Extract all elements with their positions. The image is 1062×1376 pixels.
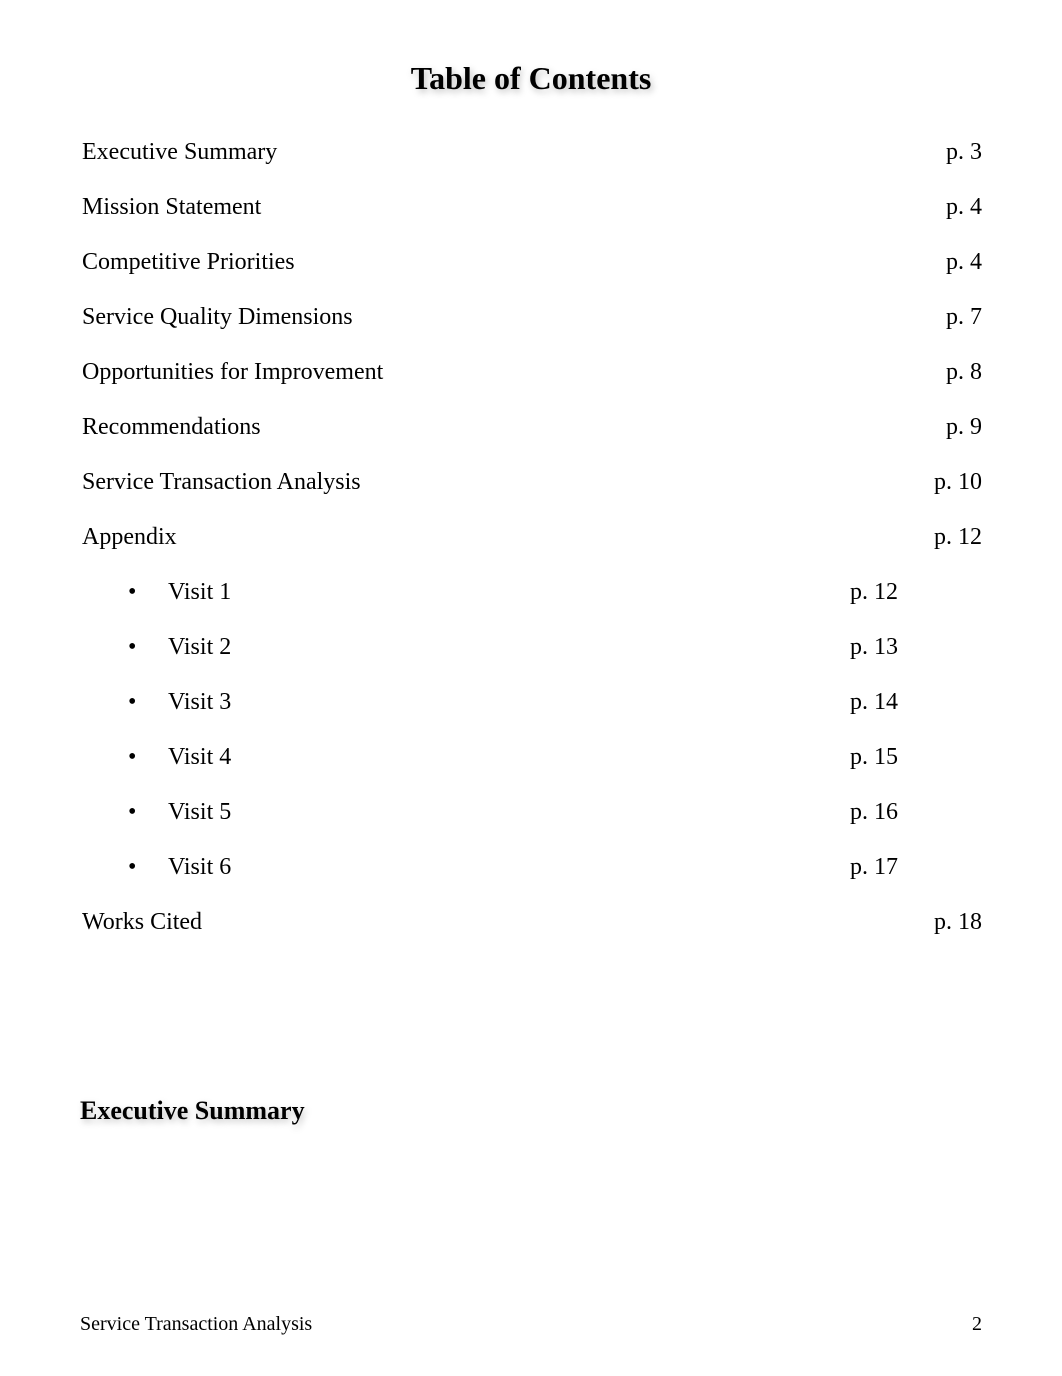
toc-label: Recommendations [82,414,261,441]
toc-sublabel: •Visit 2 [128,634,231,661]
toc-entry: Service Transaction Analysis p. 10 [82,469,982,496]
toc-subpage: p. 12 [850,579,898,606]
bullet-icon: • [128,799,168,826]
toc-entry: Competitive Priorities p. 4 [82,249,982,276]
toc-sublabel-text: Visit 3 [168,689,231,715]
toc-page: p. 9 [946,414,982,441]
toc-sublabel-text: Visit 5 [168,799,231,825]
toc-page: p. 18 [934,909,982,936]
toc-page: p. 7 [946,304,982,331]
bullet-icon: • [128,634,168,661]
toc-subpage: p. 17 [850,854,898,881]
toc-page: p. 4 [946,249,982,276]
toc-page: p. 10 [934,469,982,496]
footer-page-number: 2 [972,1313,982,1336]
toc-subpage: p. 13 [850,634,898,661]
page-footer: Service Transaction Analysis 2 [80,1313,982,1336]
toc-subentry: •Visit 1 p. 12 [82,579,982,606]
toc-label: Appendix [82,524,177,551]
toc-subentry: •Visit 3 p. 14 [82,689,982,716]
toc-label: Executive Summary [82,139,277,166]
page-title: Table of Contents [80,60,982,97]
toc-entry: Recommendations p. 9 [82,414,982,441]
footer-left: Service Transaction Analysis [80,1313,312,1336]
toc-entry: Works Cited p. 18 [82,909,982,936]
toc-sublabel: •Visit 6 [128,854,231,881]
toc-page: p. 8 [946,359,982,386]
toc-subpage: p. 14 [850,689,898,716]
toc-subentry: •Visit 5 p. 16 [82,799,982,826]
toc-subentry: •Visit 2 p. 13 [82,634,982,661]
toc-label: Service Transaction Analysis [82,469,361,496]
toc-sublabel-text: Visit 1 [168,579,231,605]
toc-sublabel: •Visit 3 [128,689,231,716]
toc-page: p. 12 [934,524,982,551]
toc-sublabel-text: Visit 4 [168,744,231,770]
toc-subentry: •Visit 6 p. 17 [82,854,982,881]
toc-subpage: p. 15 [850,744,898,771]
bullet-icon: • [128,854,168,881]
toc-sublabel: •Visit 4 [128,744,231,771]
toc-entry: Service Quality Dimensions p. 7 [82,304,982,331]
section-heading: Executive Summary [80,1096,982,1126]
toc-sublabel-text: Visit 2 [168,634,231,660]
toc-label: Works Cited [82,909,202,936]
toc-sublabel: •Visit 1 [128,579,231,606]
toc-page: p. 3 [946,139,982,166]
toc-label: Mission Statement [82,194,261,221]
toc-sublabel: •Visit 5 [128,799,231,826]
toc-label: Competitive Priorities [82,249,295,276]
bullet-icon: • [128,579,168,606]
toc-page: p. 4 [946,194,982,221]
toc-entry: Executive Summary p. 3 [82,139,982,166]
table-of-contents: Executive Summary p. 3 Mission Statement… [80,139,982,936]
bullet-icon: • [128,689,168,716]
toc-subpage: p. 16 [850,799,898,826]
toc-label: Opportunities for Improvement [82,359,383,386]
toc-sublabel-text: Visit 6 [168,854,231,880]
toc-entry: Appendix p. 12 [82,524,982,551]
toc-subentry: •Visit 4 p. 15 [82,744,982,771]
toc-entry: Opportunities for Improvement p. 8 [82,359,982,386]
toc-label: Service Quality Dimensions [82,304,353,331]
toc-entry: Mission Statement p. 4 [82,194,982,221]
bullet-icon: • [128,744,168,771]
